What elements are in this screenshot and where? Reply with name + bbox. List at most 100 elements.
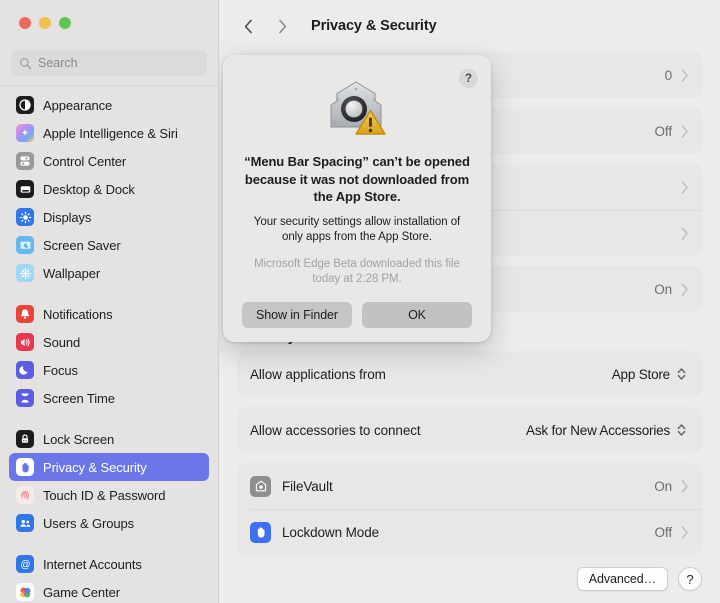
row-value: 0 (665, 68, 672, 83)
sidebar-item-appearance[interactable]: Appearance (9, 91, 209, 119)
sidebar-item-game-center[interactable]: Game Center (9, 578, 209, 603)
touch-id-icon (16, 486, 34, 504)
sidebar-group-appearance: Appearance Apple Intelligence & Siri Con… (0, 91, 218, 287)
system-settings-window: Search Appearance Apple Intelligence & S… (0, 0, 720, 603)
sidebar-item-label: Notifications (43, 307, 113, 322)
sidebar-group-accounts: @ Internet Accounts Game Center (0, 550, 218, 603)
close-button[interactable] (19, 17, 31, 29)
sidebar-item-apple-intelligence-siri[interactable]: Apple Intelligence & Siri (9, 119, 209, 147)
chevron-right-icon (681, 181, 689, 194)
traffic-lights (0, 0, 218, 44)
wallpaper-icon (16, 264, 34, 282)
allow-accessories-row[interactable]: Allow accessories to connect Ask for New… (237, 407, 702, 453)
lock-screen-icon (16, 430, 34, 448)
help-button[interactable]: ? (678, 567, 702, 591)
toolbar: Privacy & Security (219, 0, 720, 52)
sidebar-group-security: Lock Screen Privacy & Security Touch ID … (0, 425, 218, 537)
svg-text:@: @ (20, 559, 30, 570)
sidebar-item-lock-screen[interactable]: Lock Screen (9, 425, 209, 453)
sidebar-item-focus[interactable]: Focus (9, 356, 209, 384)
sidebar-group-notifications: Notifications Sound Focus (0, 300, 218, 412)
apple-intelligence-icon (16, 124, 34, 142)
chevron-right-icon (681, 227, 689, 240)
sidebar-item-screen-time[interactable]: Screen Time (9, 384, 209, 412)
chevron-left-icon (244, 19, 253, 34)
sidebar: Search Appearance Apple Intelligence & S… (0, 0, 219, 603)
zoom-button[interactable] (59, 17, 71, 29)
filevault-row[interactable]: FileVault On (237, 463, 702, 509)
screen-saver-icon (16, 236, 34, 254)
sidebar-item-sound[interactable]: Sound (9, 328, 209, 356)
minimize-button[interactable] (39, 17, 51, 29)
sidebar-item-label: Apple Intelligence & Siri (43, 126, 178, 141)
sidebar-item-label: Users & Groups (43, 516, 134, 531)
allow-accessories-label: Allow accessories to connect (250, 423, 421, 438)
sidebar-item-touch-id-password[interactable]: Touch ID & Password (9, 481, 209, 509)
row-value: Off (655, 124, 672, 139)
control-center-icon (16, 152, 34, 170)
alert-title: “Menu Bar Spacing” can’t be opened becau… (223, 153, 491, 206)
sidebar-item-internet-accounts[interactable]: @ Internet Accounts (9, 550, 209, 578)
alert-icon-container (223, 55, 491, 153)
sidebar-item-label: Appearance (43, 98, 112, 113)
allow-accessories-popup[interactable]: Ask for New Accessories (526, 422, 687, 438)
allow-applications-popup[interactable]: App Store (612, 366, 687, 382)
row-value: On (654, 282, 672, 297)
search-input[interactable]: Search (11, 50, 207, 76)
advanced-button[interactable]: Advanced… (577, 567, 668, 591)
chevron-right-icon (278, 19, 287, 34)
sidebar-item-label: Focus (43, 363, 78, 378)
users-groups-icon (16, 514, 34, 532)
sidebar-item-notifications[interactable]: Notifications (9, 300, 209, 328)
chevron-updown-icon (676, 422, 687, 438)
sidebar-item-label: Touch ID & Password (43, 488, 165, 503)
alert-body: Your security settings allow installatio… (223, 206, 491, 246)
screen-time-icon (16, 389, 34, 407)
filevault-icon (250, 476, 271, 497)
sidebar-item-privacy-security[interactable]: Privacy & Security (9, 453, 209, 481)
forward-button[interactable] (273, 16, 291, 36)
ok-button[interactable]: OK (362, 302, 472, 328)
internet-accounts-icon: @ (16, 555, 34, 573)
sidebar-item-wallpaper[interactable]: Wallpaper (9, 259, 209, 287)
sidebar-item-control-center[interactable]: Control Center (9, 147, 209, 175)
sidebar-item-label: Displays (43, 210, 91, 225)
sidebar-item-displays[interactable]: Displays (9, 203, 209, 231)
search-icon (19, 57, 32, 70)
show-in-finder-button[interactable]: Show in Finder (242, 302, 352, 328)
sidebar-list: Appearance Apple Intelligence & Siri Con… (0, 85, 218, 603)
game-center-icon (16, 583, 34, 601)
chevron-right-icon (681, 125, 689, 138)
sidebar-item-label: Sound (43, 335, 80, 350)
lockdown-mode-value: Off (655, 525, 672, 540)
alert-buttons: Show in Finder OK (223, 288, 491, 328)
allow-applications-card: Allow applications from App Store (237, 351, 702, 397)
sidebar-divider (0, 287, 218, 300)
alert-help-button[interactable]: ? (459, 69, 478, 88)
sidebar-item-label: Privacy & Security (43, 460, 147, 475)
sidebar-item-users-groups[interactable]: Users & Groups (9, 509, 209, 537)
filevault-label: FileVault (282, 479, 333, 494)
lockdown-mode-row[interactable]: Lockdown Mode Off (237, 509, 702, 555)
content-area: Privacy & Security 0 Off (219, 0, 720, 603)
privacy-security-icon (16, 458, 34, 476)
sidebar-divider (0, 537, 218, 550)
allow-applications-label: Allow applications from (250, 367, 386, 382)
sidebar-item-label: Game Center (43, 585, 120, 600)
allow-applications-row[interactable]: Allow applications from App Store (237, 351, 702, 397)
back-button[interactable] (239, 16, 257, 36)
sidebar-item-label: Lock Screen (43, 432, 114, 447)
sidebar-item-screen-saver[interactable]: Screen Saver (9, 231, 209, 259)
desktop-dock-icon (16, 180, 34, 198)
chevron-updown-icon (676, 366, 687, 382)
chevron-right-icon (681, 480, 689, 493)
sidebar-divider (0, 412, 218, 425)
gatekeeper-alert-dialog: ? (223, 55, 491, 342)
allow-applications-value: App Store (612, 367, 670, 382)
sidebar-item-desktop-dock[interactable]: Desktop & Dock (9, 175, 209, 203)
lockdown-mode-label: Lockdown Mode (282, 525, 379, 540)
chevron-right-icon (681, 526, 689, 539)
sidebar-item-label: Internet Accounts (43, 557, 142, 572)
sidebar-item-label: Screen Time (43, 391, 115, 406)
search-placeholder: Search (38, 56, 78, 70)
